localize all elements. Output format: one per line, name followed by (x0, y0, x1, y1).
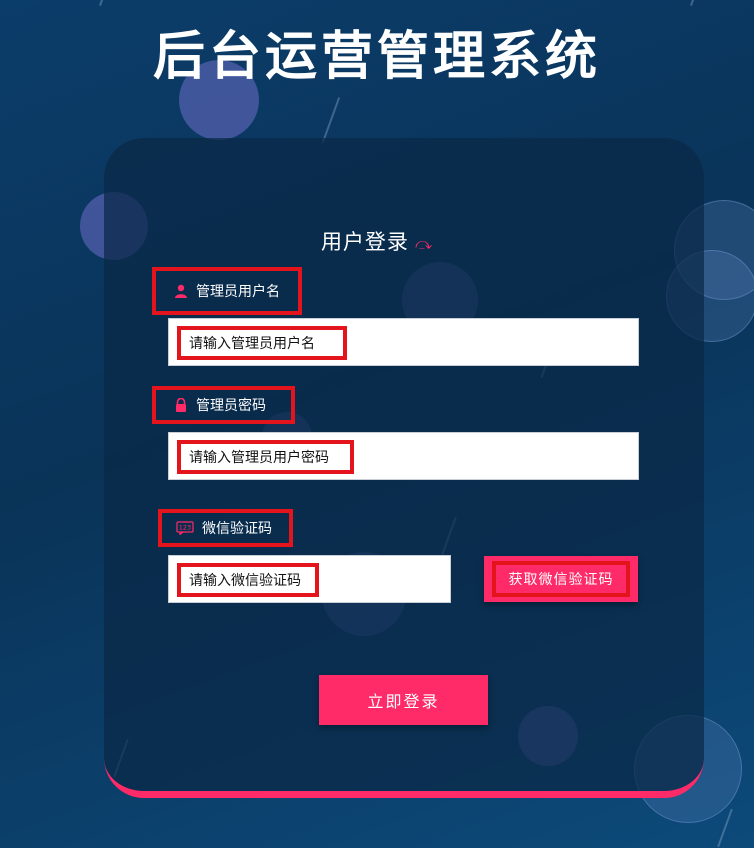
username-input[interactable]: 请输入管理员用户名 (168, 318, 639, 366)
lock-icon (176, 398, 186, 412)
login-button[interactable]: 立即登录 (319, 675, 488, 725)
username-label-text: 管理员用户名 (196, 284, 280, 300)
password-label: 管理员密码 (152, 386, 295, 424)
wechat-code-label: 123 微信验证码 (158, 509, 293, 547)
get-wechat-code-button[interactable]: 获取微信验证码 (484, 556, 638, 602)
username-placeholder: 请输入管理员用户名 (177, 326, 347, 360)
background-stripe (717, 808, 733, 848)
password-placeholder: 请输入管理员用户密码 (177, 440, 354, 474)
wechat-code-input[interactable]: 请输入微信验证码 (168, 555, 451, 603)
page-title: 后台运营管理系统 (152, 27, 601, 87)
username-label: 管理员用户名 (152, 267, 302, 315)
login-card-title-text: 用户登录 (320, 230, 409, 254)
background-stripe (321, 97, 341, 143)
password-label-text: 管理员密码 (196, 398, 266, 414)
background-stripe (690, 0, 696, 6)
get-wechat-code-button-label: 获取微信验证码 (492, 561, 630, 597)
wechat-code-placeholder: 请输入微信验证码 (177, 563, 319, 597)
wechat-code-label-text: 微信验证码 (202, 521, 272, 537)
svg-text:123: 123 (179, 524, 191, 532)
code-123-icon: 123 (176, 521, 194, 535)
user-icon (175, 284, 187, 298)
background-stripe (99, 0, 105, 6)
login-card-title: 用户登录 ⤼ (0, 226, 754, 256)
unlock-icon: ⤼ (414, 234, 434, 253)
password-input[interactable]: 请输入管理员用户密码 (168, 432, 639, 480)
